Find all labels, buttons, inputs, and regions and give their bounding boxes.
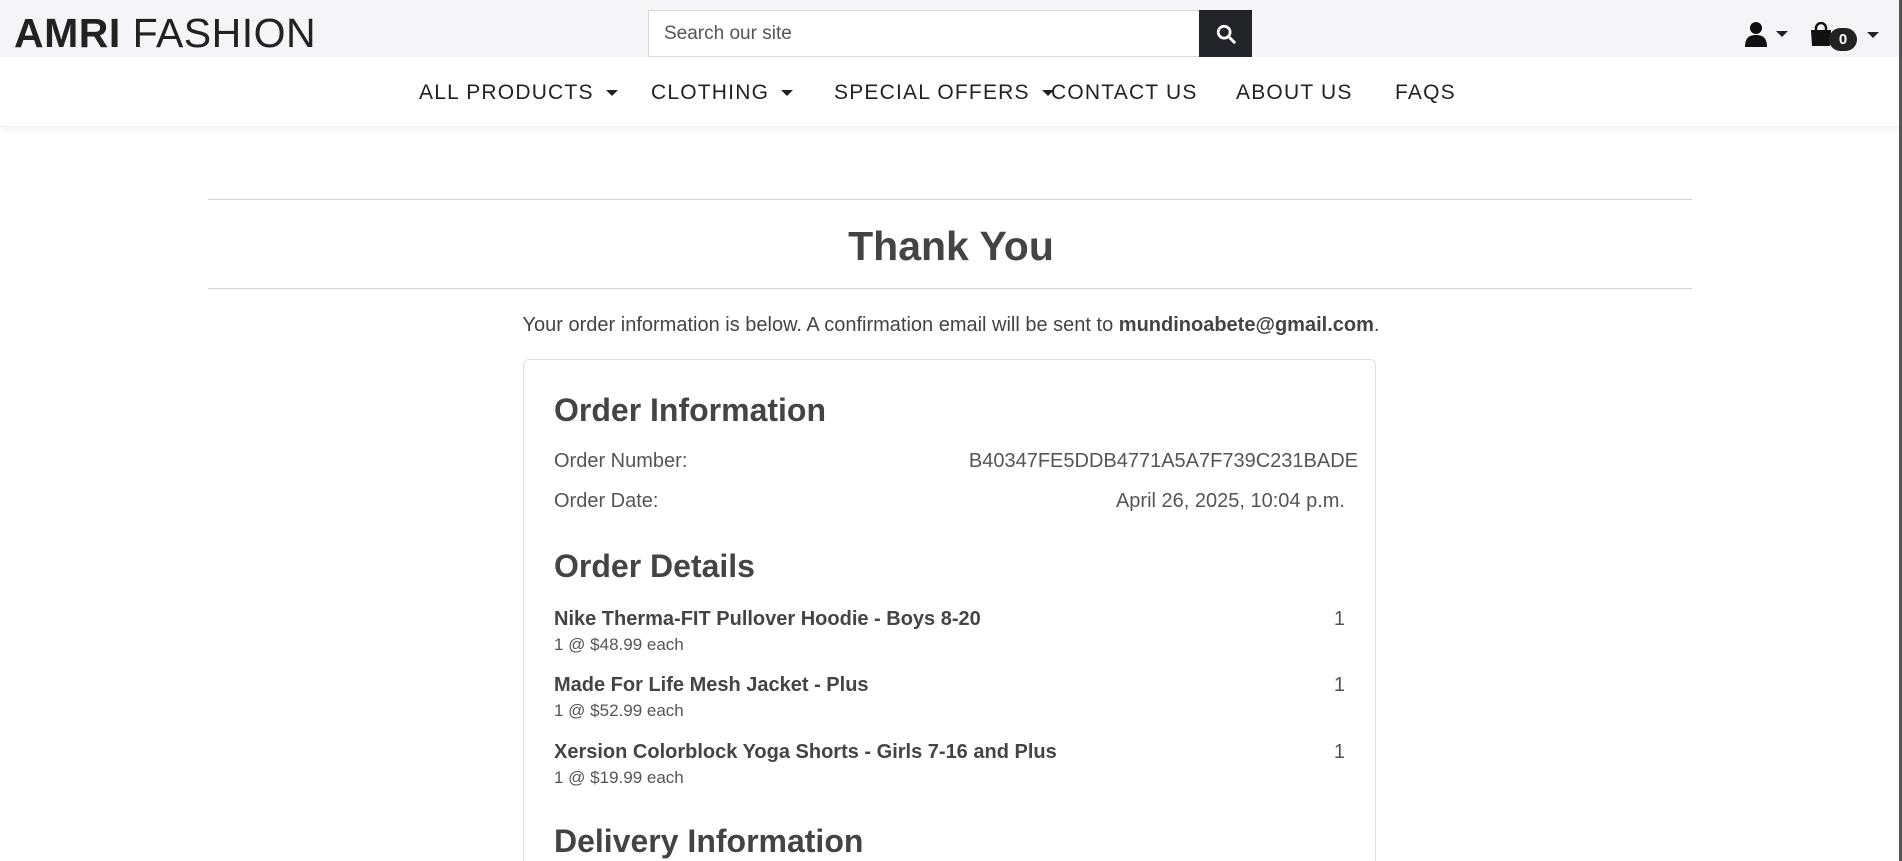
order-date-value: April 26, 2025, 10:04 p.m. — [1115, 490, 1345, 512]
user-icon — [1745, 22, 1767, 47]
search-form — [648, 10, 1252, 57]
customer-email: mundinoabete@gmail.com — [1118, 314, 1374, 336]
search-input[interactable] — [648, 10, 1199, 57]
order-number-value: B40347FE5DDB4771A5A7F739C231BADE — [968, 450, 1358, 472]
logo-light-text: FASHION — [132, 10, 317, 56]
delivery-information-heading: Delivery Information — [554, 823, 864, 859]
chevron-down-icon — [605, 90, 618, 96]
line-item-name: Xersion Colorblock Yoga Shorts - Girls 7… — [554, 741, 1057, 763]
line-item-price: 1 @ $48.99 each — [554, 635, 684, 654]
confirmation-text: Your order information is below. A confi… — [522, 314, 1119, 336]
line-item-price: 1 @ $52.99 each — [554, 701, 684, 720]
cart-menu-toggle[interactable]: 0 — [1809, 20, 1889, 51]
order-information-heading: Order Information — [554, 392, 827, 428]
line-item-name: Nike Therma-FIT Pullover Hoodie - Boys 8… — [554, 608, 981, 630]
line-item-qty: 1 — [1333, 741, 1345, 763]
line-item-qty: 1 — [1333, 674, 1345, 696]
top-bar: AMRI FASHION 0 — [0, 0, 1902, 57]
main-nav: ALL PRODUCTS CLOTHING SPECIAL OFFERS CON… — [0, 57, 1902, 127]
search-icon — [1216, 24, 1236, 44]
site-logo[interactable]: AMRI FASHION — [14, 8, 316, 58]
nav-item-label: CLOTHING — [651, 81, 770, 104]
account-menu-toggle[interactable] — [1744, 20, 1792, 48]
line-item-name: Made For Life Mesh Jacket - Plus — [554, 674, 869, 696]
order-details-heading: Order Details — [554, 548, 755, 584]
line-item-price: 1 @ $19.99 each — [554, 768, 684, 787]
nav-item-label: CONTACT US — [1051, 81, 1198, 104]
order-summary-card: Order Information Order Number: B40347FE… — [523, 359, 1376, 861]
nav-item-label: FAQS — [1395, 81, 1456, 104]
order-number-label: Order Number: — [554, 450, 688, 472]
confirmation-end: . — [1373, 314, 1380, 336]
chevron-down-icon — [1776, 31, 1788, 37]
nav-item-label: ALL PRODUCTS — [419, 81, 594, 104]
cart-count-badge: 0 — [1829, 27, 1857, 51]
nav-contact-us[interactable]: CONTACT US — [1051, 81, 1198, 105]
nav-all-products[interactable]: ALL PRODUCTS — [419, 81, 618, 105]
order-date-label: Order Date: — [554, 490, 659, 512]
nav-special-offers[interactable]: SPECIAL OFFERS — [834, 81, 1054, 105]
logo-bold-text: AMRI — [14, 10, 121, 56]
nav-item-label: SPECIAL OFFERS — [834, 81, 1030, 104]
page-title: Thank You — [848, 223, 1054, 269]
line-item-qty: 1 — [1333, 608, 1345, 630]
search-button[interactable] — [1199, 10, 1252, 57]
chevron-down-icon — [781, 90, 794, 96]
chevron-down-icon — [1867, 32, 1879, 38]
nav-clothing[interactable]: CLOTHING — [651, 81, 794, 105]
divider — [208, 288, 1692, 289]
nav-item-label: ABOUT US — [1236, 81, 1353, 104]
confirmation-message: Your order information is below. A confi… — [0, 311, 1902, 339]
nav-about-us[interactable]: ABOUT US — [1236, 81, 1353, 105]
nav-faqs[interactable]: FAQS — [1395, 81, 1456, 105]
divider — [208, 199, 1692, 200]
